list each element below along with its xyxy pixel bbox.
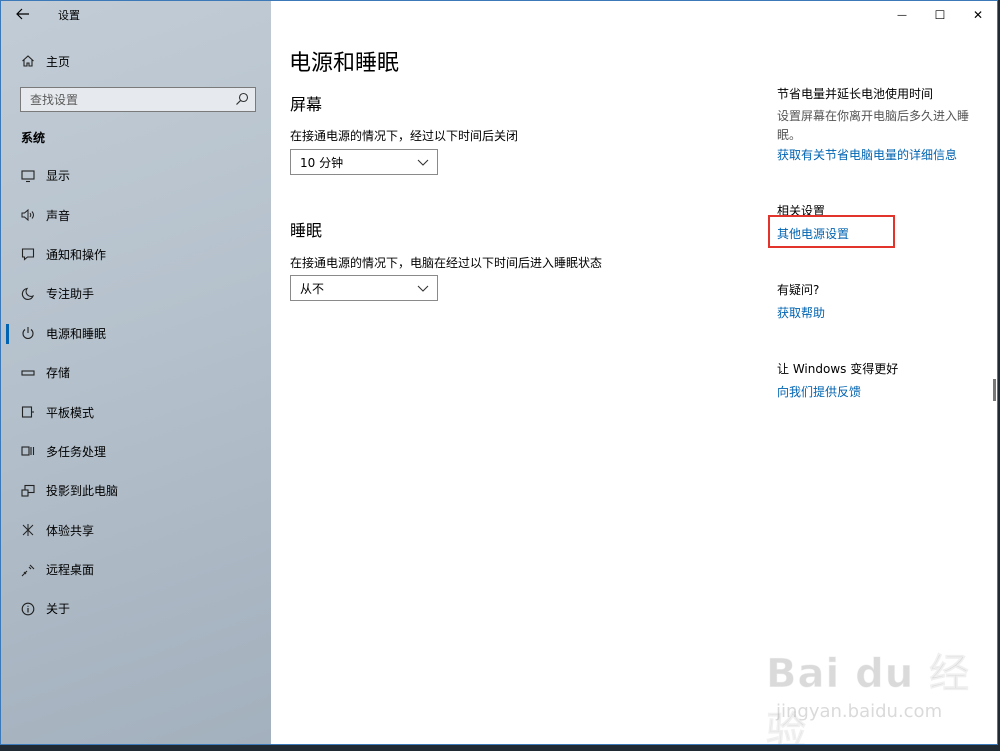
sidebar-nav: 显示 声音 通知和操作 专注助手 电源和睡眠 存储 平板模式 多任务处理 投影到… bbox=[1, 156, 271, 629]
sidebar-item-label: 显示 bbox=[46, 169, 71, 184]
sidebar: 设置 主页 系统 显示 声音 通知和操作 bbox=[1, 1, 271, 744]
sleep-timeout-dropdown[interactable]: 从不 bbox=[290, 275, 438, 301]
app-title: 设置 bbox=[58, 9, 80, 22]
home-icon bbox=[20, 54, 36, 68]
share-icon bbox=[20, 522, 36, 538]
chevron-down-icon bbox=[417, 159, 429, 166]
notification-icon bbox=[20, 246, 36, 262]
power-icon bbox=[20, 325, 36, 341]
search-box[interactable] bbox=[20, 87, 256, 112]
feedback-heading: 让 Windows 变得更好 bbox=[777, 362, 899, 376]
sidebar-item-shared-experiences[interactable]: 体验共享 bbox=[1, 511, 271, 550]
search-icon[interactable] bbox=[235, 92, 249, 106]
sidebar-item-sound[interactable]: 声音 bbox=[1, 195, 271, 234]
save-power-text: 设置屏幕在你离开电脑后多久进入睡眠。 bbox=[777, 109, 970, 142]
sidebar-item-storage[interactable]: 存储 bbox=[1, 353, 271, 392]
multitask-icon bbox=[20, 443, 36, 459]
watermark-sub: jingyan.baidu.com bbox=[776, 701, 943, 722]
sidebar-item-focus-assist[interactable]: 专注助手 bbox=[1, 274, 271, 313]
window-controls: — ☐ ✕ bbox=[883, 1, 997, 29]
sidebar-item-tablet-mode[interactable]: 平板模式 bbox=[1, 392, 271, 431]
close-icon: ✕ bbox=[972, 8, 984, 22]
sleep-timeout-label: 在接通电源的情况下，电脑在经过以下时间后进入睡眠状态 bbox=[290, 256, 603, 270]
additional-power-settings-link[interactable]: 其他电源设置 bbox=[777, 225, 849, 242]
title-bar: 设置 bbox=[1, 1, 271, 29]
sidebar-item-label: 平板模式 bbox=[46, 405, 95, 420]
watermark-logo: Bai du 经验 jingyan.baidu.com bbox=[766, 641, 996, 745]
project-icon bbox=[20, 483, 36, 499]
back-arrow-icon bbox=[16, 8, 29, 20]
speaker-icon bbox=[20, 207, 36, 223]
screen-timeout-value: 10 分钟 bbox=[300, 155, 344, 170]
tablet-icon bbox=[20, 404, 36, 420]
sidebar-item-label: 体验共享 bbox=[46, 523, 95, 538]
feedback-link[interactable]: 向我们提供反馈 bbox=[777, 383, 861, 400]
maximize-icon: ☐ bbox=[934, 8, 946, 22]
home-label: 主页 bbox=[46, 54, 71, 69]
scrollbar[interactable] bbox=[993, 379, 996, 401]
question-heading: 有疑问? bbox=[777, 283, 820, 297]
screen-timeout-dropdown[interactable]: 10 分钟 bbox=[290, 149, 438, 175]
sidebar-item-label: 投影到此电脑 bbox=[46, 484, 119, 499]
sidebar-item-label: 专注助手 bbox=[46, 287, 95, 302]
sidebar-item-label: 声音 bbox=[46, 208, 71, 223]
sidebar-item-project-to-pc[interactable]: 投影到此电脑 bbox=[1, 471, 271, 510]
screen-heading: 屏幕 bbox=[290, 95, 323, 114]
sidebar-item-power-sleep[interactable]: 电源和睡眠 bbox=[1, 314, 271, 353]
group-label-system: 系统 bbox=[21, 131, 46, 145]
maximize-button[interactable]: ☐ bbox=[921, 1, 959, 29]
info-icon bbox=[20, 601, 36, 617]
sidebar-item-multitasking[interactable]: 多任务处理 bbox=[1, 432, 271, 471]
save-power-heading: 节省电量并延长电池使用时间 bbox=[777, 87, 934, 101]
sidebar-item-label: 远程桌面 bbox=[46, 563, 95, 578]
moon-icon bbox=[20, 286, 36, 302]
remote-icon bbox=[20, 562, 36, 578]
sidebar-item-label: 存储 bbox=[46, 366, 71, 381]
monitor-icon bbox=[20, 168, 36, 184]
back-button[interactable] bbox=[11, 4, 35, 24]
sidebar-item-display[interactable]: 显示 bbox=[1, 156, 271, 195]
storage-icon bbox=[20, 365, 36, 381]
page-title: 电源和睡眠 bbox=[289, 51, 400, 76]
sleep-heading: 睡眠 bbox=[290, 221, 323, 240]
screen-timeout-label: 在接通电源的情况下，经过以下时间后关闭 bbox=[290, 129, 519, 143]
watermark-main: Bai du 经验 bbox=[766, 651, 971, 745]
save-power-link[interactable]: 获取有关节省电脑电量的详细信息 bbox=[777, 146, 957, 163]
close-button[interactable]: ✕ bbox=[959, 1, 997, 29]
settings-window: 设置 主页 系统 显示 声音 通知和操作 bbox=[0, 0, 998, 745]
sidebar-item-label: 关于 bbox=[46, 602, 71, 617]
sidebar-item-label: 多任务处理 bbox=[46, 444, 107, 459]
sidebar-item-label: 电源和睡眠 bbox=[46, 326, 107, 341]
sidebar-item-remote-desktop[interactable]: 远程桌面 bbox=[1, 550, 271, 589]
chevron-down-icon bbox=[417, 285, 429, 292]
main-pane: — ☐ ✕ 电源和睡眠 屏幕 在接通电源的情况下，经过以下时间后关闭 10 分钟… bbox=[271, 1, 997, 744]
minimize-button[interactable]: — bbox=[883, 1, 921, 29]
sleep-timeout-value: 从不 bbox=[300, 281, 325, 296]
home-nav-item[interactable]: 主页 bbox=[20, 51, 70, 71]
minimize-icon: — bbox=[897, 9, 907, 21]
search-input[interactable] bbox=[21, 88, 221, 111]
sidebar-item-about[interactable]: 关于 bbox=[1, 589, 271, 628]
get-help-link[interactable]: 获取帮助 bbox=[777, 304, 825, 321]
sidebar-item-notifications[interactable]: 通知和操作 bbox=[1, 235, 271, 274]
sidebar-item-label: 通知和操作 bbox=[46, 247, 107, 262]
